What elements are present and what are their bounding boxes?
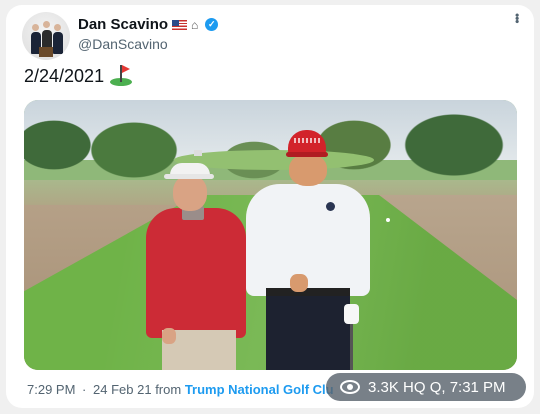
person-left-hand — [162, 328, 176, 344]
verified-badge-icon: ✓ — [205, 18, 219, 31]
author-name-row[interactable]: Dan Scavino ⌂ ✓ — [78, 16, 219, 33]
person-right-shirt — [246, 184, 370, 296]
person-right-emblem — [326, 202, 335, 211]
person-left-cap-brim — [164, 174, 214, 179]
tweet-text: 2/24/2021 — [24, 65, 133, 87]
person-right-face — [289, 154, 327, 186]
eye-icon — [340, 380, 360, 394]
tweet-meta: 7:29 PM · 24 Feb 21 from Trump National … — [27, 382, 334, 397]
person-right-belt — [266, 288, 350, 296]
tweet-time[interactable]: 7:29 PM — [27, 382, 75, 397]
person-left-face — [173, 175, 207, 211]
person-right-hand — [290, 274, 308, 292]
avatar[interactable] — [22, 12, 70, 60]
meta-separator: · — [82, 382, 87, 397]
user-handle[interactable]: @DanScavino — [78, 36, 168, 52]
tweet-source-link[interactable]: Trump National Golf Clu — [185, 382, 334, 397]
avatar-figure — [53, 32, 63, 54]
photo-person-right — [246, 128, 374, 370]
tweet-text-content: 2/24/2021 — [24, 65, 105, 86]
more-options-icon[interactable]: ••• — [510, 13, 524, 23]
flag-in-hole-icon — [110, 65, 133, 87]
avatar-figure — [43, 21, 50, 28]
avatar-figure — [54, 24, 61, 31]
person-right-cap-text — [294, 138, 320, 143]
display-name[interactable]: Dan Scavino — [78, 16, 168, 33]
view-count-text: 3.3K HQ Q, 7:31 PM — [368, 378, 506, 396]
house-icon: ⌂ — [191, 17, 199, 32]
tweet-photo[interactable] — [24, 100, 517, 370]
tweet-card: Dan Scavino ⌂ ✓ @DanScavino ••• 2/24/202… — [6, 5, 534, 408]
photo-golf-ball — [386, 218, 390, 222]
avatar-figure — [32, 24, 39, 31]
person-right-golf-club — [350, 322, 353, 370]
photo-person-left — [146, 160, 250, 370]
person-right-glove — [344, 304, 359, 324]
tweet-date[interactable]: 24 Feb 21 — [93, 382, 152, 397]
from-label: from — [155, 382, 182, 397]
photo-golf-cart — [194, 150, 202, 156]
view-count-overlay: 3.3K HQ Q, 7:31 PM — [326, 373, 526, 401]
avatar-podium — [39, 47, 53, 57]
person-left-shirt — [146, 208, 246, 338]
person-right-pants — [266, 294, 350, 370]
us-flag-icon — [172, 19, 188, 30]
person-right-cap-brim — [286, 152, 328, 157]
